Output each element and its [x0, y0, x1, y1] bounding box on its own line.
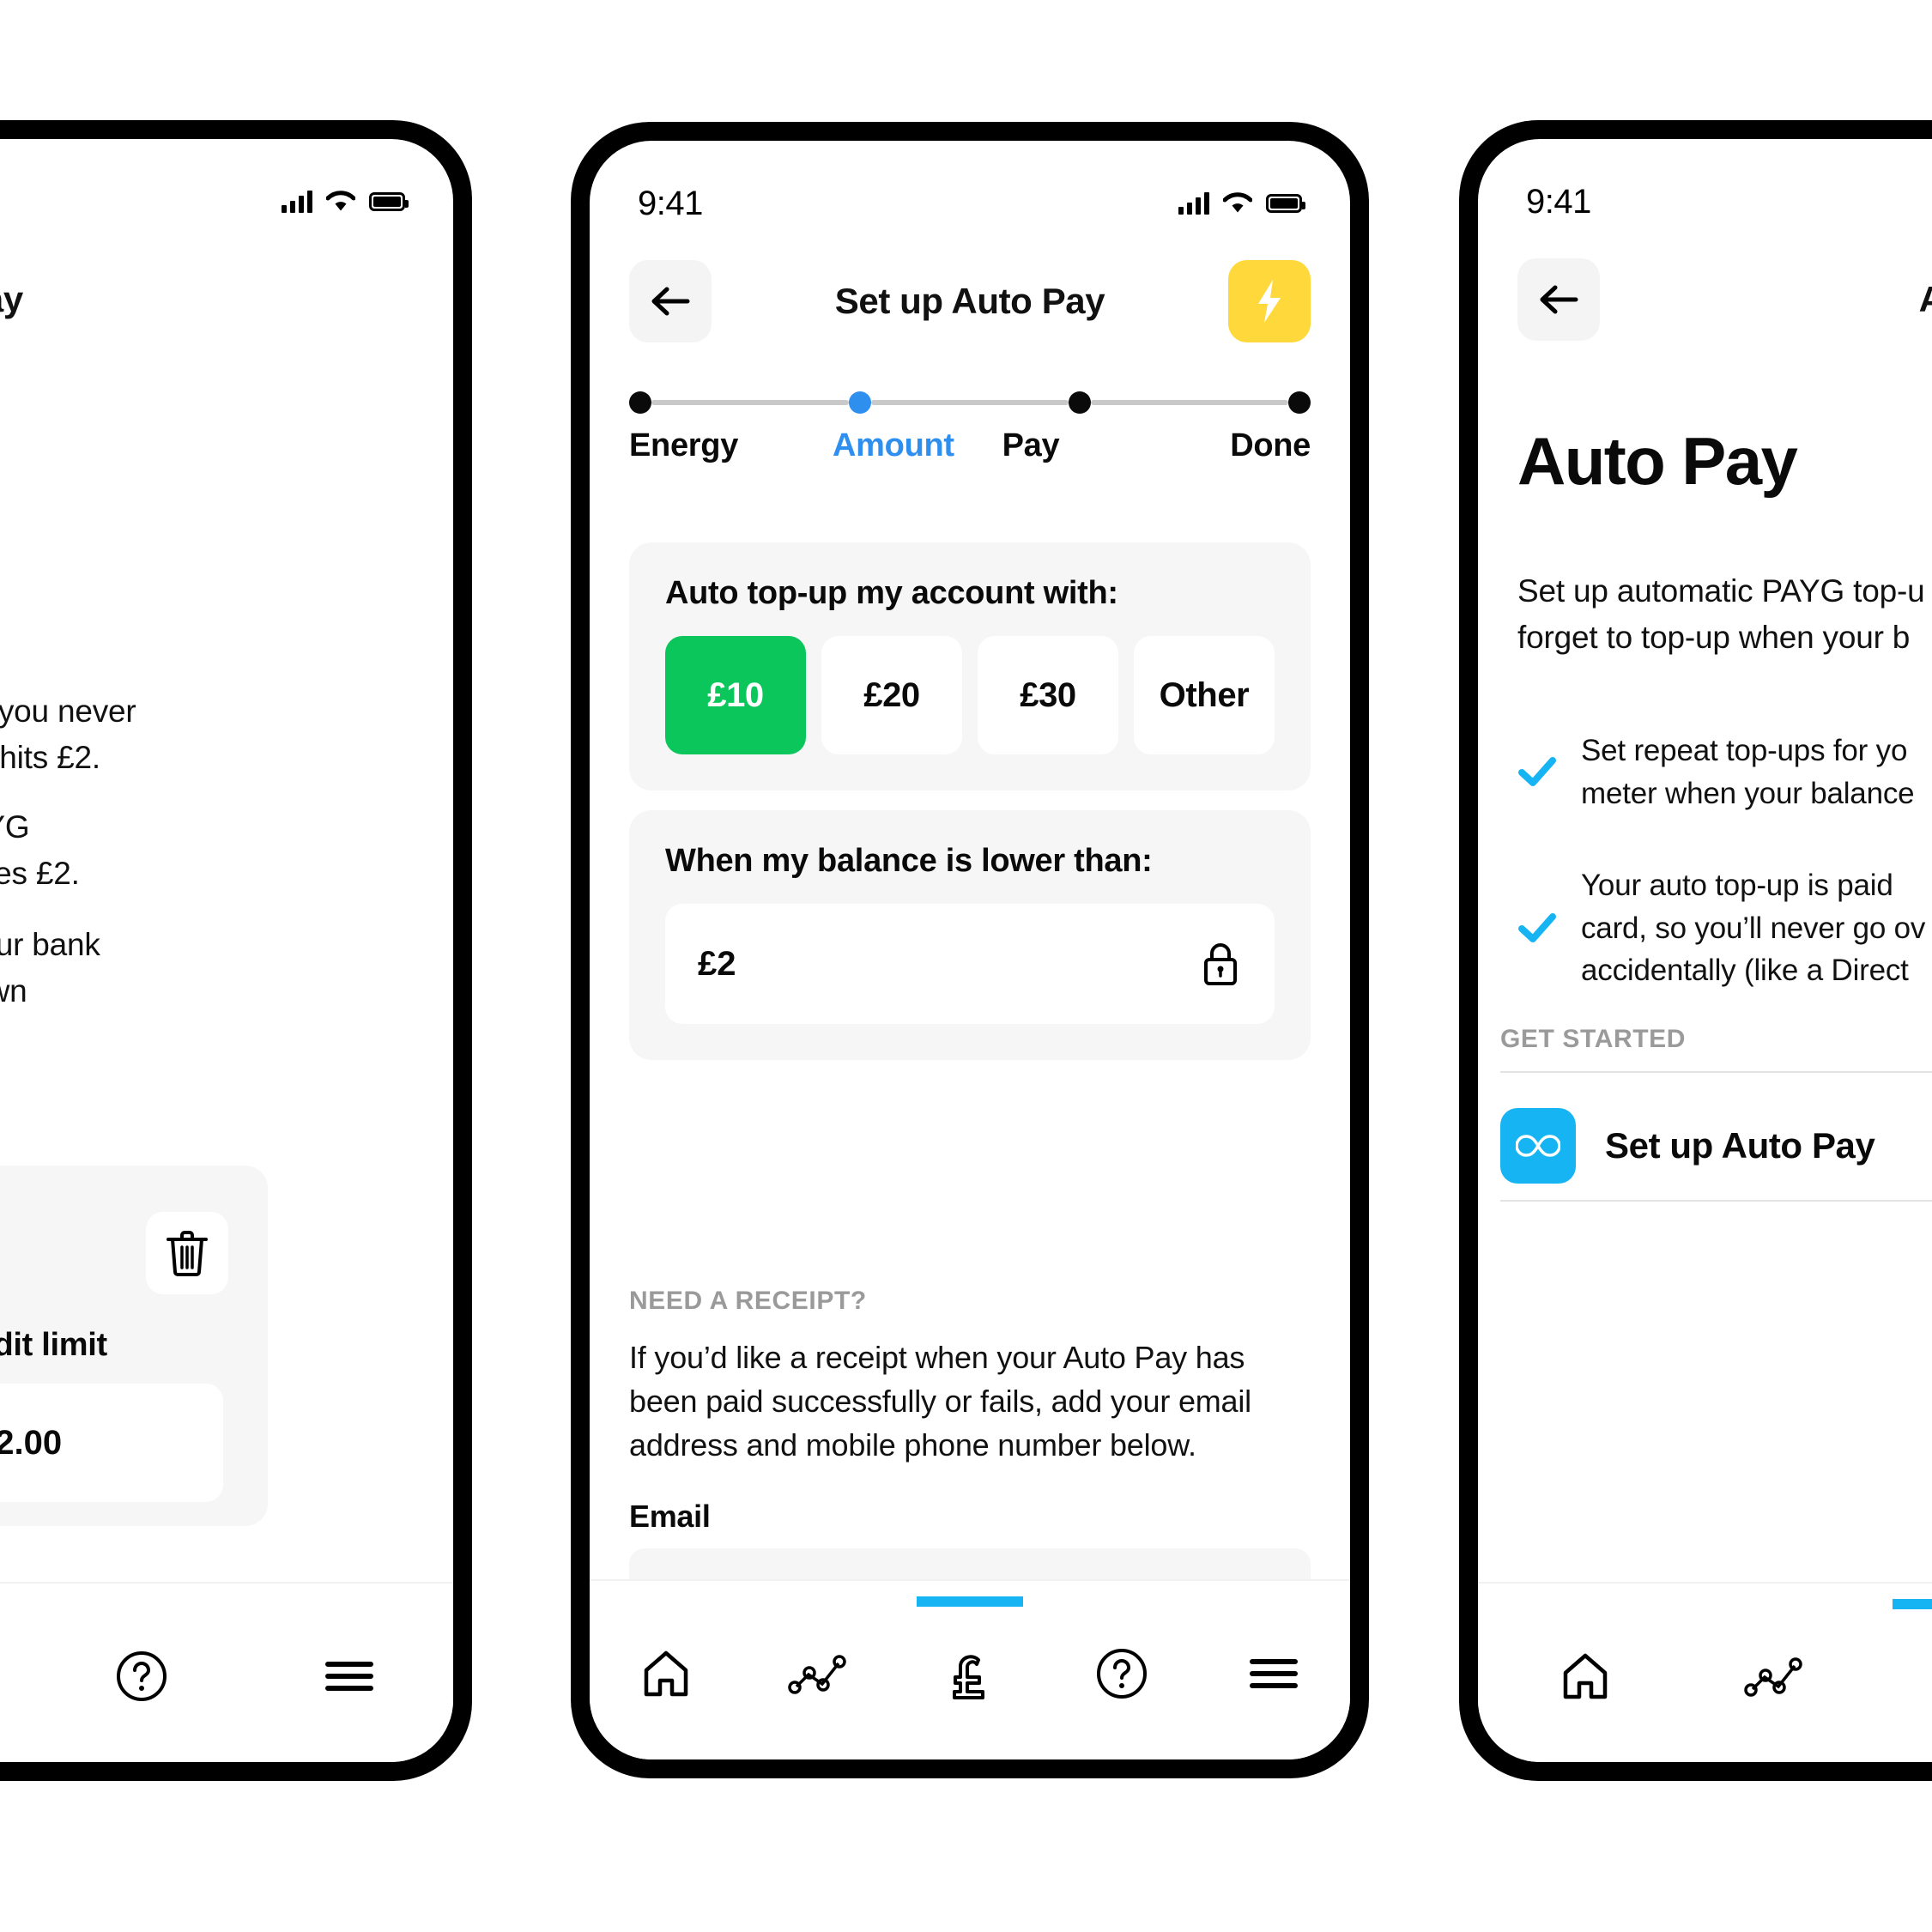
left-paragraph-3: p-up is paid with your bank ll never go …	[0, 927, 100, 1054]
benefit-item-2: Your auto top-up is paid card, so you’ll…	[1517, 864, 1932, 992]
tab-balance-mid[interactable]	[893, 1596, 1045, 1717]
benefit-text-2: Your auto top-up is paid card, so you’ll…	[1581, 869, 1926, 988]
check-icon	[1518, 912, 1556, 942]
tab-help-mid[interactable]	[1046, 1631, 1198, 1717]
tab-balance-left[interactable]	[0, 1633, 38, 1719]
chart-line-icon	[1744, 1657, 1802, 1697]
tab-help-left[interactable]	[38, 1633, 245, 1719]
phone-frame-right: 9:41 Auto Pay Auto Pay Set up automatic …	[1459, 120, 1932, 1781]
left-paragraph-2: op-ups for your PAYG your balance reache…	[0, 809, 80, 891]
threshold-value: £2	[698, 944, 736, 983]
benefit-item-1: Set repeat top-ups for yo meter when you…	[1517, 730, 1932, 815]
home-icon	[644, 1650, 687, 1697]
tab-home-right[interactable]	[1495, 1633, 1675, 1719]
amount-card-title: Auto top-up my account with:	[665, 575, 1118, 611]
tab-balance-right[interactable]	[1873, 1599, 1932, 1719]
receipt-eyebrow: NEED A RECEIPT?	[629, 1287, 867, 1315]
benefit-text-1: Set repeat top-ups for yo meter when you…	[1581, 734, 1915, 810]
threshold-card: When my balance is lower than: £2	[629, 810, 1311, 1060]
delete-button[interactable]	[146, 1212, 228, 1294]
phone-screen-left: Auto Pay c PAYG top-ups so you never whe…	[0, 139, 453, 1762]
amount-option-other[interactable]: Other	[1134, 636, 1275, 754]
list-divider-top	[1500, 1071, 1932, 1073]
check-icon	[1518, 756, 1556, 786]
content-left: c PAYG top-ups so you never when your ba…	[0, 139, 453, 1762]
trash-icon	[167, 1231, 208, 1276]
hamburger-icon	[1250, 1659, 1299, 1688]
tab-bar-divider	[590, 1579, 1350, 1581]
list-divider-bottom	[1500, 1200, 1932, 1202]
tab-bar-mid	[590, 1579, 1350, 1759]
phone-screen-right: 9:41 Auto Pay Auto Pay Set up automatic …	[1478, 139, 1932, 1762]
infinity-icon	[1516, 1135, 1560, 1157]
phone-screen-mid: 9:41 Set up Auto Pay Energy Amount Pay D…	[590, 141, 1350, 1759]
question-circle-icon	[1097, 1649, 1148, 1699]
tab-menu-mid[interactable]	[1198, 1631, 1350, 1717]
tab-bar-right	[1478, 1582, 1932, 1762]
left-paragraph-1: c PAYG top-ups so you never when your ba…	[0, 693, 136, 775]
content-mid: Auto top-up my account with: £10 £20 £30…	[590, 141, 1350, 1759]
tab-bar-divider	[0, 1582, 453, 1584]
tab-bar-divider	[1478, 1582, 1932, 1584]
tab-usage-right[interactable]	[1675, 1633, 1873, 1719]
list-item-label: Set up Auto Pay	[1605, 1125, 1875, 1166]
hamburger-icon	[325, 1662, 373, 1691]
amount-option-10[interactable]: £10	[665, 636, 806, 754]
intro-paragraph: Set up automatic PAYG top-u forget to to…	[1517, 573, 1925, 655]
list-item-setup-auto-pay[interactable]: Set up Auto Pay	[1500, 1092, 1932, 1200]
content-right: Auto Pay Set up automatic PAYG top-u for…	[1478, 139, 1932, 1762]
phone-frame-mid: 9:41 Set up Auto Pay Energy Amount Pay D…	[571, 122, 1369, 1778]
pound-icon	[953, 1655, 984, 1699]
email-label: Email	[629, 1499, 711, 1534]
tab-bar-left	[0, 1582, 453, 1762]
page-heading-right: Auto Pay	[1517, 423, 1798, 499]
amount-option-30[interactable]: £30	[978, 636, 1118, 754]
chart-line-icon	[788, 1655, 846, 1694]
threshold-card-title: When my balance is lower than:	[665, 843, 1153, 879]
active-tab-indicator	[917, 1596, 1023, 1607]
phone-frame-left: Auto Pay c PAYG top-ups so you never whe…	[0, 120, 472, 1781]
lock-icon	[1204, 943, 1237, 985]
tab-usage-mid[interactable]	[742, 1631, 893, 1717]
amount-options: £10 £20 £30 Other	[665, 636, 1275, 754]
active-tab-indicator	[1893, 1599, 1932, 1609]
amount-card: Auto top-up my account with: £10 £20 £30…	[629, 542, 1311, 790]
auto-pay-tile	[1500, 1108, 1576, 1184]
tab-menu-left[interactable]	[245, 1633, 453, 1719]
get-started-eyebrow: GET STARTED	[1500, 1025, 1687, 1053]
credit-limit-value-field[interactable]: £2.00	[0, 1384, 223, 1502]
home-icon	[1563, 1653, 1608, 1699]
tab-home-mid[interactable]	[590, 1631, 742, 1717]
question-circle-icon	[117, 1651, 167, 1701]
screenshot-canvas: Auto Pay c PAYG top-ups so you never whe…	[0, 0, 1932, 1932]
amount-option-20[interactable]: £20	[821, 636, 962, 754]
receipt-body: If you’d like a receipt when your Auto P…	[629, 1340, 1251, 1463]
credit-limit-label: Credit limit	[0, 1327, 107, 1363]
threshold-field[interactable]: £2	[665, 904, 1275, 1024]
